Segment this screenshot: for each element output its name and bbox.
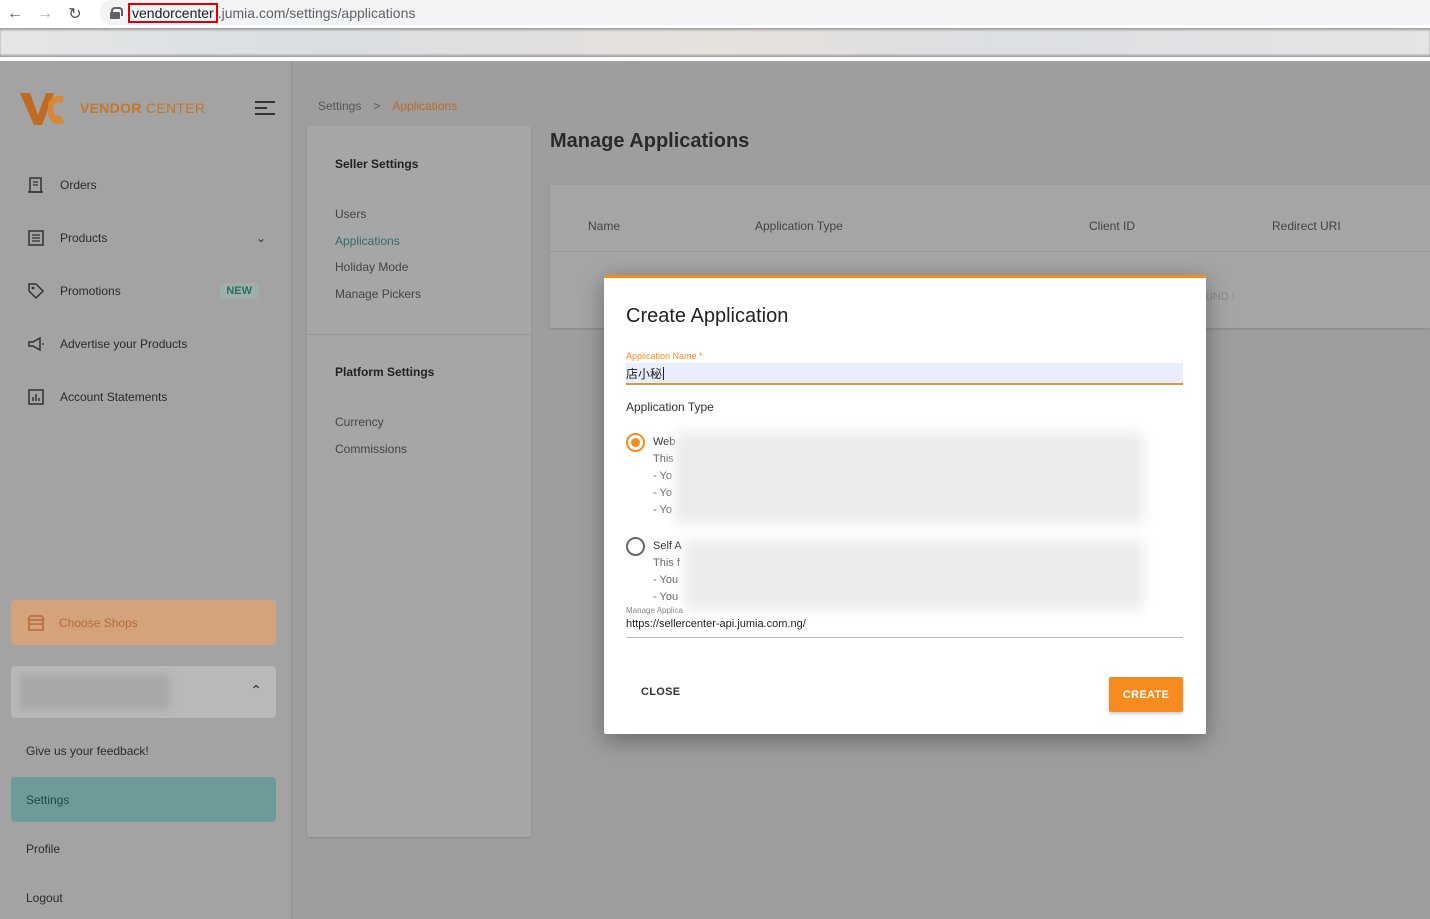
new-badge: NEW (220, 283, 258, 299)
sidebar-item-logout[interactable]: Logout (26, 891, 63, 905)
seller-settings-heading: Seller Settings (335, 157, 419, 171)
bookmarks-bar-blurred (0, 30, 1430, 55)
submenu-divider (307, 334, 531, 335)
submenu-currency[interactable]: Currency (335, 415, 384, 429)
sidebar-item-settings[interactable]: Settings (11, 777, 276, 822)
shop-icon (27, 614, 45, 631)
sidebar-item-account-statements[interactable]: Account Statements (26, 387, 266, 407)
sidebar-item-advertise[interactable]: Advertise your Products (26, 334, 266, 354)
receipt-icon (26, 175, 46, 195)
redirect-uri-label: Manage Applica (626, 606, 683, 615)
feedback-link[interactable]: Give us your feedback! (26, 744, 149, 758)
forward-arrow-icon[interactable]: → (30, 2, 60, 26)
sidebar-item-promotions[interactable]: Promotions NEW (26, 281, 266, 301)
self-authorization-option-label[interactable]: Self A (653, 538, 682, 555)
breadcrumb-applications: Applications (392, 99, 458, 113)
lock-icon (110, 6, 123, 19)
application-name-label: Application Name * (626, 351, 703, 361)
vc-logo-icon (20, 93, 64, 125)
chevron-up-icon[interactable]: ⌃ (250, 682, 262, 699)
application-name-input[interactable]: 店小秘 (626, 363, 1183, 385)
web-application-option-label[interactable]: Web (653, 434, 675, 451)
submenu-commissions[interactable]: Commissions (335, 442, 407, 456)
submenu-holiday-mode[interactable]: Holiday Mode (335, 260, 408, 274)
sidebar-item-label: Orders (60, 178, 97, 192)
page-title: Manage Applications (550, 130, 750, 152)
web-application-radio[interactable] (626, 433, 645, 452)
tag-icon (26, 281, 46, 301)
sidebar-item-label: Products (60, 231, 108, 245)
close-button[interactable]: CLOSE (641, 686, 680, 698)
option2-line: - You (653, 591, 679, 603)
sidebar-item-orders[interactable]: Orders (26, 175, 266, 195)
browser-toolbar: ← → ↻ vendorcenter .jumia.com/settings/ap… (0, 0, 1430, 28)
option1-line: - Yo (653, 470, 672, 482)
reload-icon[interactable]: ↻ (60, 2, 90, 26)
submenu-applications[interactable]: Applications (335, 234, 400, 248)
breadcrumb-separator: > (373, 99, 381, 113)
chart-icon (26, 387, 46, 407)
url-highlighted-domain: vendorcenter (128, 2, 218, 23)
submenu-manage-pickers[interactable]: Manage Pickers (335, 287, 421, 301)
redirect-uri-input[interactable]: https://sellercenter-api.jumia.com.ng/ (626, 618, 1183, 638)
dialog-title: Create Application (626, 305, 789, 327)
application-name-value: 店小秘 (626, 366, 663, 381)
sidebar-item-profile[interactable]: Profile (26, 842, 60, 856)
option2-line: This f (653, 557, 680, 569)
vendor-center-logo[interactable]: VENDOR CENTER (18, 89, 205, 127)
list-icon (26, 228, 46, 248)
megaphone-icon (26, 334, 46, 354)
sidebar-item-label: Account Statements (60, 390, 168, 404)
option1-line: - Yo (653, 487, 672, 499)
breadcrumb-settings[interactable]: Settings (318, 99, 361, 113)
sidebar: VENDOR CENTER Orders Products ⌄ Promotio… (0, 61, 292, 919)
sidebar-item-label: Advertise your Products (60, 337, 188, 351)
redirect-uri-value: https://sellercenter-api.jumia.com.ng/ (626, 618, 806, 630)
breadcrumb: Settings > Applications (318, 99, 457, 113)
sidebar-item-label: Settings (26, 792, 70, 807)
option1-line: This (653, 453, 674, 465)
redacted-option1-description (674, 432, 1144, 524)
shop-selector[interactable]: ⌃ (11, 666, 276, 718)
chevron-down-icon[interactable]: ⌄ (256, 231, 266, 245)
text-caret (663, 366, 665, 380)
url-path: .jumia.com/settings/applications (217, 4, 416, 21)
platform-settings-heading: Platform Settings (335, 365, 435, 379)
column-header-application-type[interactable]: Application Type (755, 219, 843, 233)
redacted-option2-description (684, 540, 1144, 610)
choose-shops-label: Choose Shops (59, 615, 138, 630)
redacted-shop-name (19, 674, 169, 710)
logo-text: VENDOR CENTER (80, 100, 206, 116)
application-type-label: Application Type (626, 400, 714, 414)
no-data-text: UND ! (1205, 291, 1235, 303)
create-application-dialog: Create Application Application Name * 店小… (604, 275, 1206, 734)
sidebar-item-products[interactable]: Products ⌄ (26, 228, 266, 248)
back-arrow-icon[interactable]: ← (0, 2, 30, 26)
sidebar-item-label: Promotions (60, 284, 121, 298)
table-header-divider (550, 251, 1430, 252)
self-authorization-radio[interactable] (626, 537, 645, 556)
create-button[interactable]: CREATE (1109, 677, 1183, 712)
column-header-client-id[interactable]: Client ID (1089, 219, 1135, 233)
column-header-redirect-uri[interactable]: Redirect URI (1272, 219, 1341, 233)
option1-line: - Yo (653, 504, 672, 516)
column-header-name[interactable]: Name (588, 219, 620, 233)
choose-shops-button[interactable]: Choose Shops (11, 600, 276, 645)
address-bar[interactable]: vendorcenter .jumia.com/settings/applicat… (100, 0, 1430, 25)
collapse-menu-icon[interactable] (255, 101, 275, 117)
submenu-users[interactable]: Users (335, 207, 366, 221)
option2-line: - You (653, 574, 679, 586)
settings-submenu: Seller Settings Users Applications Holid… (307, 126, 531, 837)
